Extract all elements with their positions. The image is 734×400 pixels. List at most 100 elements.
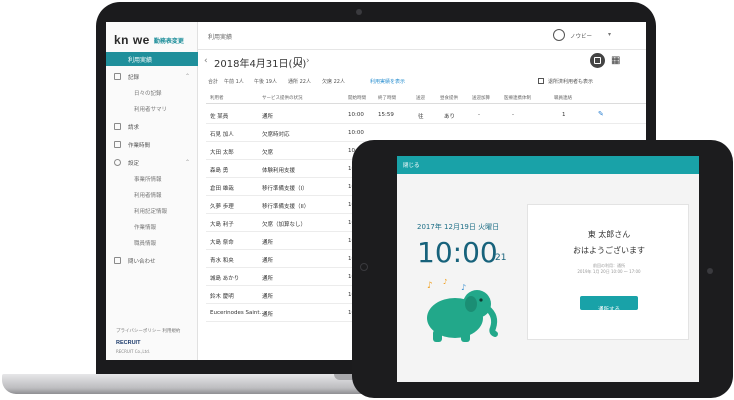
show-retired-checkbox[interactable] [538, 78, 544, 84]
last-visit-time: 2019年 1月 20日 10:00 〜 17:00 [577, 269, 641, 274]
record-icon [114, 73, 121, 80]
mail-icon [114, 257, 121, 264]
check-in-button[interactable]: 通所する [580, 296, 638, 313]
date-bar: ‹ 2018年4月31日(火) › ▦ [198, 50, 646, 74]
cell-status: 移行準備支援（I） [262, 186, 308, 192]
cell-status: 通所 [262, 240, 274, 246]
calendar-icon [114, 141, 121, 148]
cell-transport: 往 [418, 114, 424, 120]
logo[interactable]: kn we 勤務表変更 [114, 30, 184, 50]
sidebar-item-label: 作業時間 [128, 143, 151, 149]
cell-user: 佐 某員 [210, 114, 229, 120]
cell-status: 欠席 [262, 150, 274, 156]
sidebar-item-summary[interactable]: 利用者サマリ [106, 102, 198, 116]
sidebar-item-settings[interactable]: 設定 ⌃ [106, 156, 198, 170]
sidebar-item-active[interactable]: 利用実績 [106, 52, 198, 66]
greeting-message: おはようございます [573, 246, 645, 255]
logo-subtitle: 勤務表変更 [153, 37, 184, 45]
brand-subtitle: RECRUIT Co.,Ltd. [116, 349, 151, 354]
clock-date: 2017年 12月19日 火曜日 [417, 223, 500, 231]
cell-user: 城島 あかり [210, 276, 240, 282]
sidebar-item-contracts[interactable]: 利用記定情報 [106, 204, 198, 218]
cell-start: 10:00 [348, 130, 364, 136]
chevron-up-icon: ⌃ [184, 159, 190, 166]
column-header: 開始時間 [348, 96, 366, 101]
welcome-card: 東 太郎さん おはようございます 前回の利用：通所 2019年 1月 20日 1… [527, 204, 689, 340]
edit-icon[interactable]: ✎ [598, 110, 604, 118]
footer-links[interactable]: プライバシーポリシー 利用規約 [116, 328, 180, 334]
cell-transport-add: - [478, 112, 480, 118]
cell-status: 通所 [262, 276, 274, 282]
svg-text:♪: ♪ [443, 278, 447, 286]
cell-staff: 1 [562, 112, 566, 118]
invoice-icon [114, 123, 121, 130]
tablet-mode-button[interactable] [590, 53, 605, 68]
chevron-left-icon[interactable]: ‹ [204, 56, 208, 66]
sidebar: kn we 勤務表変更 利用実績 記録 ⌃ 日々の記録 利用者サマリ 請求 作業… [106, 22, 198, 360]
tablet-screen: 閉じる 2017年 12月19日 火曜日 10:00 21 ♪ ♪ ♪ 東 太郎… [397, 156, 699, 382]
summary-am: 午前 1人 [224, 79, 244, 85]
cell-status: 通所 [262, 294, 274, 300]
calendar-icon[interactable] [294, 57, 302, 65]
sidebar-item-label: 日々の記録 [134, 91, 162, 97]
table-row[interactable]: 佐 某員 通所 10:00 15:59 往 あり - - 1 ✎ [206, 106, 646, 124]
summary-pm: 午後 19人 [254, 79, 277, 85]
sidebar-item-label: 利用者サマリ [134, 107, 168, 113]
chevron-down-icon[interactable]: ▾ [608, 31, 611, 38]
sidebar-item-staff[interactable]: 職員情報 [106, 236, 198, 250]
svg-text:♪: ♪ [461, 283, 466, 292]
laptop-camera [356, 9, 362, 15]
sidebar-item-users[interactable]: 利用者情報 [106, 188, 198, 202]
cell-user: 石見 加人 [210, 132, 234, 138]
cell-status: 通所 [262, 258, 274, 264]
column-header: 利用者 [210, 96, 224, 101]
sidebar-item-label: 事業所情報 [134, 177, 162, 183]
elephant-illustration: ♪ ♪ ♪ [427, 278, 498, 342]
user-icon[interactable] [553, 29, 565, 41]
user-greeting-name: 東 太郎さん [587, 230, 631, 239]
tablet-header: 閉じる [397, 156, 699, 174]
table-header: 利用者 サービス提供の状況 開始時間 終了時間 送迎 昼食提供 送迎加算 医療連… [206, 92, 646, 104]
sidebar-item-billing[interactable]: 請求 [106, 120, 198, 134]
cell-user: 森島 勇 [210, 168, 229, 174]
sidebar-item-records[interactable]: 記録 ⌃ [106, 70, 198, 84]
column-header: 職員連絡 [554, 96, 572, 101]
sidebar-item-office[interactable]: 事業所情報 [106, 172, 198, 186]
sidebar-item-label: 利用者情報 [134, 193, 162, 199]
clock-time: 10:00 [417, 236, 498, 269]
sidebar-item-label: 請求 [128, 125, 140, 131]
sidebar-item-contact[interactable]: 問い合わせ [106, 254, 198, 268]
sidebar-item-label: 利用実績 [128, 57, 153, 64]
gear-icon [114, 159, 121, 166]
sidebar-item-label: 設定 [128, 161, 140, 167]
cell-user: 青水 和央 [210, 258, 234, 264]
column-header: 医療連携体制 [504, 96, 531, 101]
current-date: 2018年4月31日(火) [214, 59, 307, 70]
cell-status: 移行準備支援（II） [262, 204, 310, 210]
cell-status: 欠席時対応 [262, 132, 290, 138]
column-header: 終了時間 [378, 96, 396, 101]
sidebar-item-label: 利用記定情報 [134, 209, 168, 215]
sidebar-item-worktime[interactable]: 作業時間 [106, 138, 198, 152]
grid-icon[interactable]: ▦ [611, 55, 620, 66]
cell-status: 欠席（加算なし） [262, 222, 307, 228]
show-retired-label: 退所済利用者も表示 [548, 79, 594, 85]
cell-meal: あり [444, 114, 456, 120]
user-name[interactable]: ノウビー [570, 32, 592, 40]
sidebar-item-daily[interactable]: 日々の記録 [106, 86, 198, 100]
brand-logo: RECRUIT [116, 340, 141, 346]
sidebar-item-label: 記録 [128, 75, 140, 81]
cell-start: 10:00 [348, 112, 364, 118]
cell-user: 大田 太郎 [210, 150, 234, 156]
summary-attend: 通所 22人 [288, 79, 311, 85]
summary-absent: 欠席 22人 [322, 79, 345, 85]
cell-end: 15:59 [378, 112, 394, 118]
close-link[interactable]: 閉じる [403, 161, 420, 169]
sidebar-item-work[interactable]: 作業情報 [106, 220, 198, 234]
clock-seconds: 21 [495, 253, 507, 263]
column-header: 昼食提供 [440, 96, 458, 101]
sidebar-item-label: 職員情報 [134, 241, 157, 247]
show-records-link[interactable]: 利用実績を表示 [370, 78, 405, 85]
chevron-right-icon[interactable]: › [306, 56, 310, 66]
cell-user: 倉田 雄哉 [210, 186, 234, 192]
